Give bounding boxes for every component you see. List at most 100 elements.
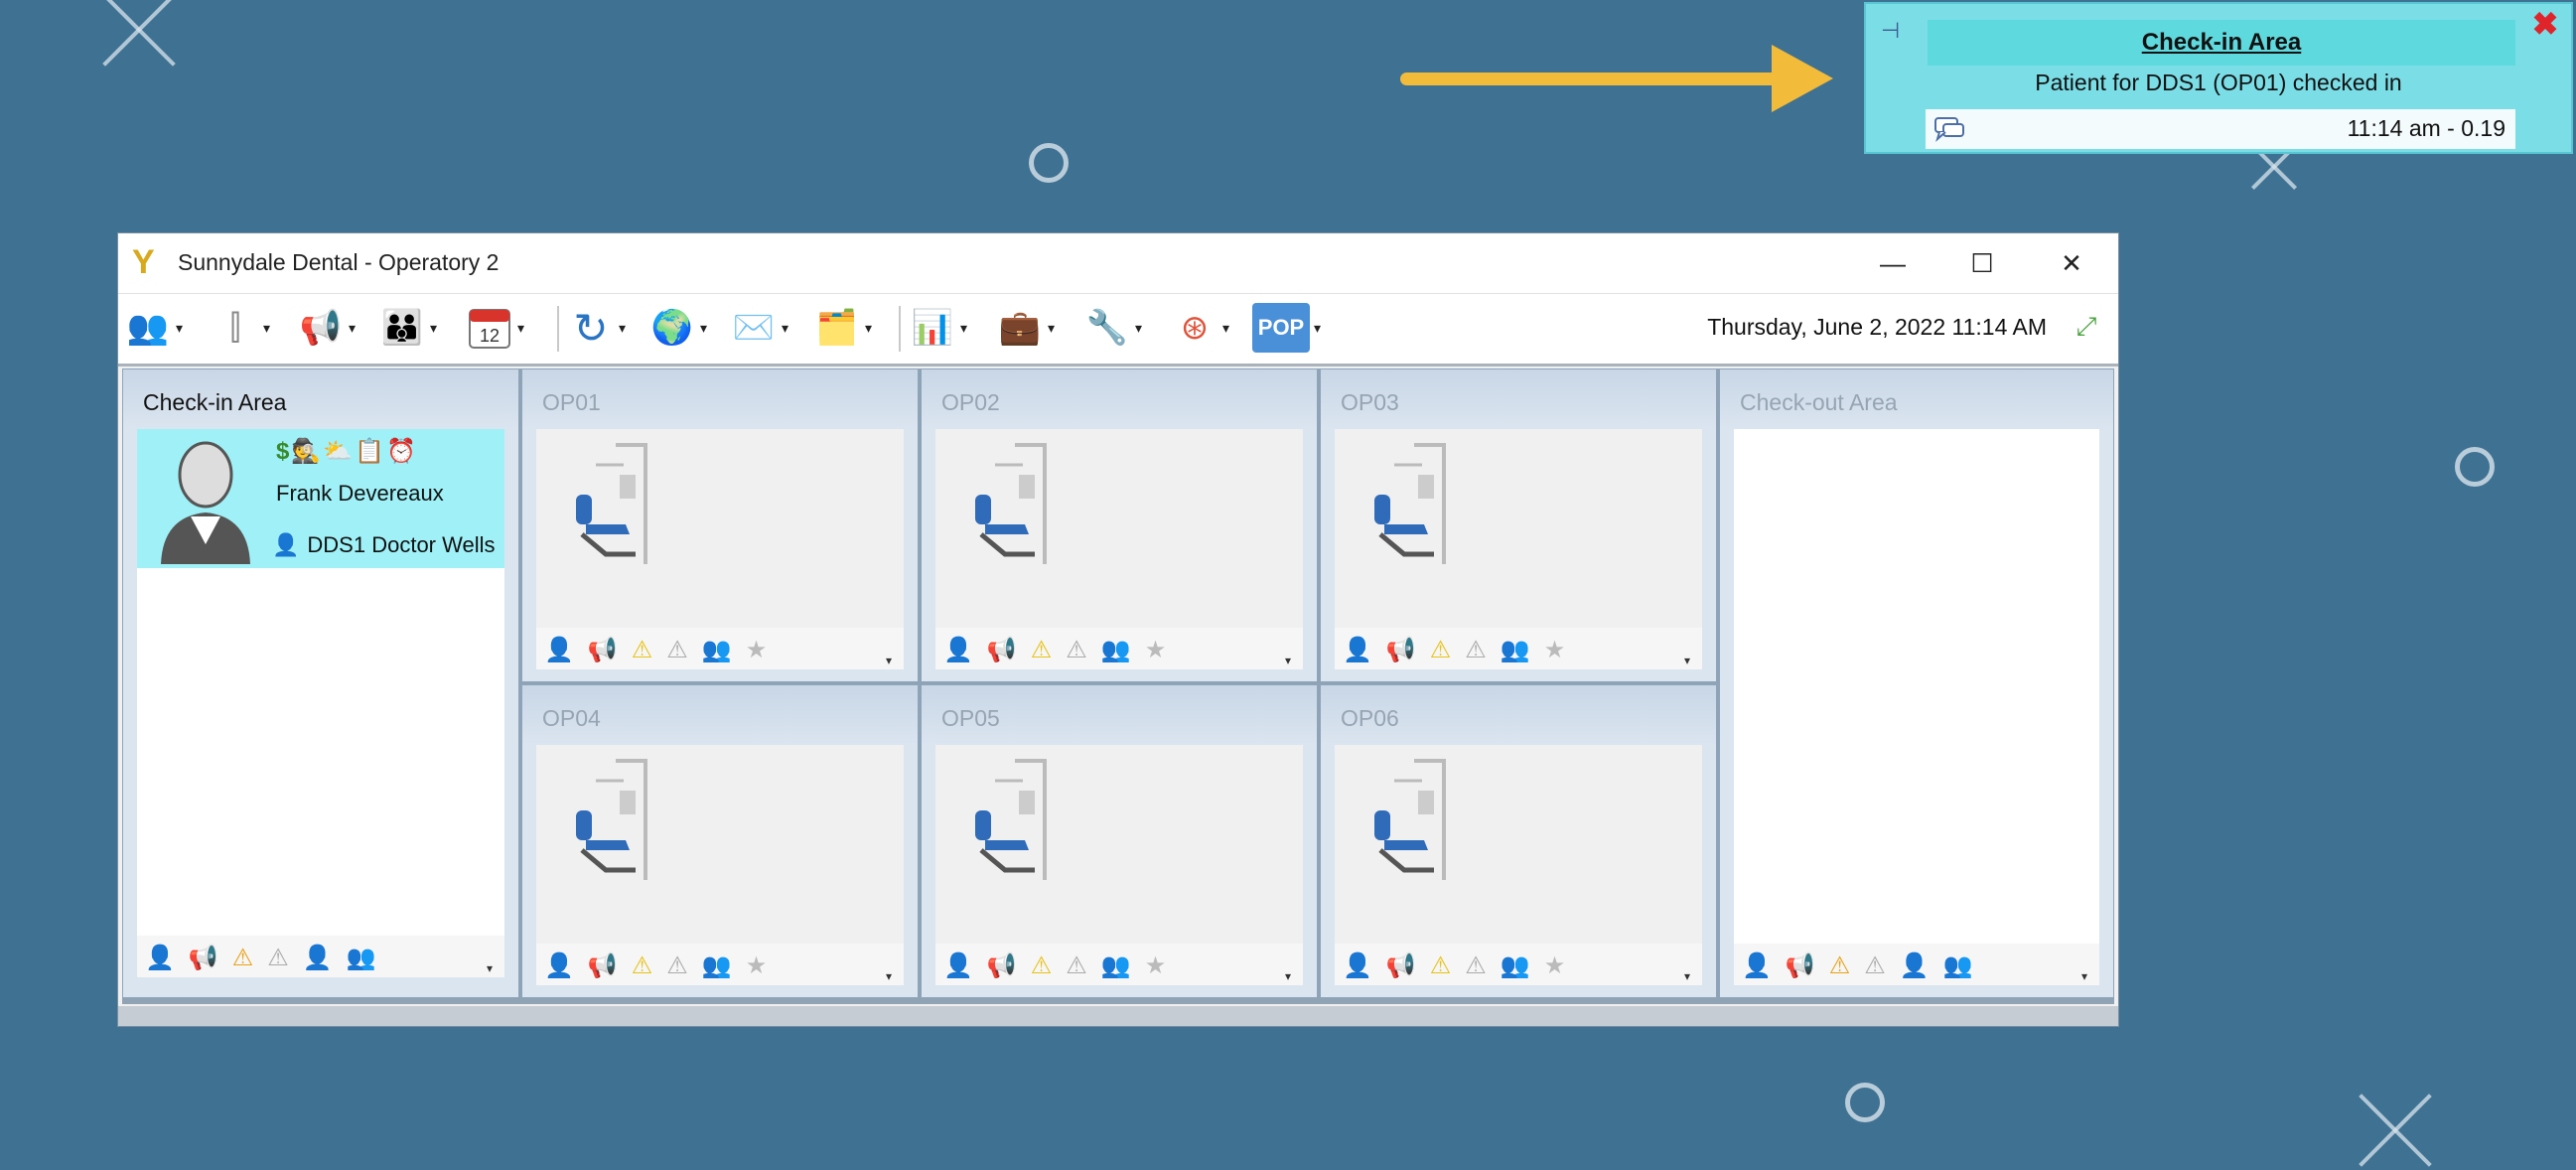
warning-icon[interactable]: ⚠ [232,944,254,972]
warning-icon[interactable]: ⚠ [1031,636,1053,664]
chevron-down-icon[interactable]: ▾ [1048,320,1062,337]
radio-tower-button[interactable]: ⫿ ▾ [212,302,277,354]
warning-icon[interactable]: ⚠ [632,636,653,664]
user-icon[interactable]: 👤 [1900,951,1930,980]
operatory-op03[interactable]: OP03 👤 📢 ⚠ ⚠ 👥 ★ ▾ [1320,368,1717,682]
megaphone-icon[interactable]: 📢 [588,951,618,980]
warning-icon[interactable]: ⚠ [632,951,653,980]
warning-icon[interactable]: ⚠ [1430,636,1452,664]
close-button[interactable]: ✕ [2027,237,2116,289]
chevron-down-icon[interactable]: ▾ [865,320,879,337]
megaphone-icon[interactable]: 📢 [987,951,1017,980]
warning-icon[interactable]: ⚠ [1031,951,1053,980]
chevron-down-icon[interactable]: ▾ [430,320,444,337]
person-icon[interactable]: 👤 [943,951,973,980]
chevron-down-icon[interactable]: ▾ [517,320,531,337]
chevron-down-icon[interactable]: ▾ [176,320,190,337]
chevron-down-icon[interactable]: ▾ [1222,320,1236,337]
chevron-down-icon[interactable]: ▾ [619,320,633,337]
notification-title[interactable]: Check-in Area [1928,20,2515,66]
briefcase-button[interactable]: 💼 ▾ [996,302,1062,354]
star-icon[interactable]: ★ [1145,951,1167,980]
warning-icon[interactable]: ⚠ [1829,951,1851,980]
user-icon[interactable]: 👤 [303,944,333,972]
checkin-notification[interactable]: ⊣ ✖ Check-in Area Patient for DDS1 (OP01… [1864,2,2573,154]
chevron-down-icon[interactable]: ▾ [1314,320,1328,337]
more-options-icon[interactable]: ▾ [2081,969,2095,983]
operatory-op06[interactable]: OP06 👤 📢 ⚠ ⚠ 👥 ★ ▾ [1320,684,1717,998]
transfer-icon[interactable]: 👥 [702,636,732,664]
megaphone-icon[interactable]: 📢 [1786,951,1815,980]
transfer-icon[interactable]: 👥 [1101,951,1131,980]
tools-button[interactable]: 🔧 ▾ [1083,302,1149,354]
megaphone-icon[interactable]: 📢 [987,636,1017,664]
transfer-icon[interactable]: 👥 [1501,951,1530,980]
patient-card[interactable]: $🕵⛅📋⏰ Frank Devereaux 👤 DDS1 Doctor Well… [137,429,504,568]
operatory-op02[interactable]: OP02 👤 📢 ⚠ ⚠ 👥 ★ ▾ [921,368,1318,682]
transfer-icon[interactable]: 👥 [1501,636,1530,664]
star-icon[interactable]: ★ [1145,636,1167,664]
speech-bubble-icon[interactable] [1933,115,1967,143]
more-options-icon[interactable]: ▾ [886,969,900,983]
folder-button[interactable]: 🗂️ ▾ [813,302,879,354]
chevron-down-icon[interactable]: ▾ [782,320,795,337]
more-options-icon[interactable]: ▾ [487,961,501,975]
person-icon[interactable]: 👤 [544,951,574,980]
checkout-area[interactable]: Check-out Area 👤 📢 ⚠ ⚠ 👤 👥 ▾ [1719,368,2114,998]
minimize-button[interactable]: — [1848,237,1937,289]
pop-button[interactable]: POP ▾ [1252,302,1328,354]
person-icon[interactable]: 👤 [1343,951,1372,980]
chevron-down-icon[interactable]: ▾ [1135,320,1149,337]
family-button[interactable]: 👪 ▾ [378,302,444,354]
close-icon[interactable]: ✖ [2531,8,2559,40]
title-bar[interactable]: Y Sunnydale Dental - Operatory 2 — ☐ ✕ [118,233,2118,293]
person-icon[interactable]: 👤 [145,944,175,972]
help-button[interactable]: ⊛ ▾ [1171,302,1236,354]
megaphone-icon[interactable]: 📢 [1386,636,1416,664]
calendar-button[interactable]: 12 ▾ [466,302,531,354]
star-icon[interactable]: ★ [746,636,768,664]
star-icon[interactable]: ★ [1544,951,1566,980]
chevron-down-icon[interactable]: ▾ [700,320,714,337]
chevron-down-icon[interactable]: ▾ [263,320,277,337]
weather-icon[interactable]: ⛅ [323,438,355,465]
patients-button[interactable]: 👥 ▾ [124,302,190,354]
more-options-icon[interactable]: ▾ [1684,654,1698,667]
operatory-op05[interactable]: OP05 👤 📢 ⚠ ⚠ 👥 ★ ▾ [921,684,1318,998]
reports-button[interactable]: 📊 ▾ [909,302,974,354]
more-options-icon[interactable]: ▾ [1684,969,1698,983]
megaphone-icon[interactable]: 📢 [588,636,618,664]
person-icon[interactable]: 👤 [943,636,973,664]
chart-icon[interactable]: 📋 [355,438,386,465]
star-icon[interactable]: ★ [746,951,768,980]
operatory-op01[interactable]: OP01 👤 📢 ⚠ ⚠ 👥 ★ ▾ [521,368,919,682]
warning-icon[interactable]: ⚠ [1430,951,1452,980]
megaphone-icon[interactable]: 📢 [1386,951,1416,980]
checkin-area[interactable]: Check-in Area $🕵⛅📋⏰ Frank Devereaux 👤 DD… [122,368,519,998]
more-options-icon[interactable]: ▾ [886,654,900,667]
pin-icon[interactable]: ⊣ [1881,18,1900,44]
alarm-icon[interactable]: ⏰ [386,438,418,465]
globe-button[interactable]: 🌍 ▾ [648,302,714,354]
fullscreen-icon[interactable]: ⤢ [2067,306,2106,346]
more-options-icon[interactable]: ▾ [1285,654,1299,667]
megaphone-button[interactable]: 📢 ▾ [297,302,362,354]
chevron-down-icon[interactable]: ▾ [960,320,974,337]
operatory-op04[interactable]: OP04 👤 📢 ⚠ ⚠ 👥 ★ ▾ [521,684,919,998]
chevron-down-icon[interactable]: ▾ [349,320,362,337]
megaphone-icon[interactable]: 📢 [189,944,218,972]
transfer-icon[interactable]: 👥 [1101,636,1131,664]
star-icon[interactable]: ★ [1544,636,1566,664]
person-icon[interactable]: 👤 [1742,951,1772,980]
person-icon[interactable]: 👤 [1343,636,1372,664]
mail-button[interactable]: ✉️ ▾ [730,302,795,354]
doctor-icon[interactable]: 🕵 [291,438,323,465]
transfer-icon[interactable]: 👥 [1943,951,1973,980]
transfer-icon[interactable]: 👥 [347,944,376,972]
more-options-icon[interactable]: ▾ [1285,969,1299,983]
maximize-button[interactable]: ☐ [1937,237,2027,289]
refresh-button[interactable]: ↻ ▾ [567,302,633,354]
transfer-icon[interactable]: 👥 [702,951,732,980]
person-icon[interactable]: 👤 [544,636,574,664]
dollar-icon[interactable]: $ [276,438,291,465]
